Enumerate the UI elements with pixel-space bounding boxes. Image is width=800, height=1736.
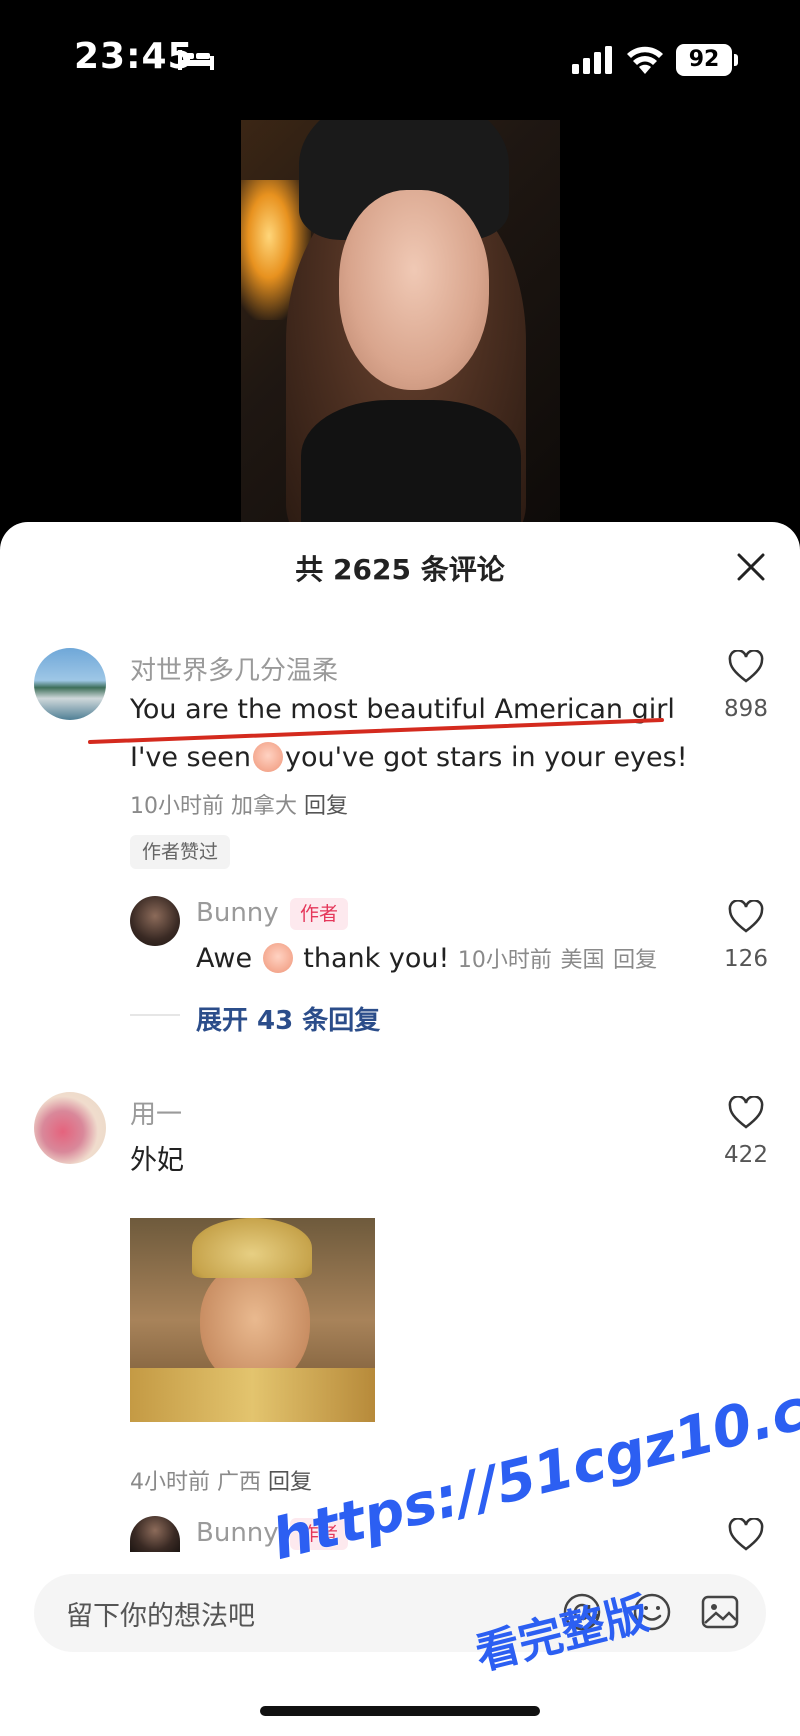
reply-button[interactable]: 回复 xyxy=(613,948,657,973)
comment-meta: 4小时前 广西 回复 xyxy=(130,1464,312,1496)
reply-button[interactable]: 回复 xyxy=(268,1470,312,1495)
image-icon[interactable] xyxy=(700,1592,740,1632)
reply-text-part: Awe xyxy=(196,943,253,974)
divider xyxy=(130,1014,180,1016)
meme-robe xyxy=(130,1368,375,1422)
comment-input-placeholder[interactable]: 留下你的想法吧 xyxy=(66,1594,255,1633)
emoji-icon xyxy=(252,742,283,772)
reply-button[interactable]: 回复 xyxy=(304,794,348,819)
meme-hat xyxy=(192,1218,312,1278)
reply-text-part: thank you! xyxy=(303,943,450,974)
like-count: 422 xyxy=(724,1142,768,1168)
avatar[interactable] xyxy=(130,896,180,946)
wifi-icon xyxy=(627,46,663,74)
emoji-icon xyxy=(262,943,293,973)
heart-icon[interactable] xyxy=(728,1518,764,1552)
comments-count-title: 共 2625 条评论 xyxy=(295,553,505,586)
reply-time: 10小时前 xyxy=(457,948,552,973)
bed-icon xyxy=(178,50,214,70)
video-player[interactable] xyxy=(241,120,560,522)
comment-username[interactable]: 对世界多几分温柔 xyxy=(130,650,338,687)
comment-location: 加拿大 xyxy=(231,794,298,819)
avatar[interactable] xyxy=(34,1092,106,1164)
status-time: 23:45 xyxy=(74,36,194,77)
comment-time: 10小时前 xyxy=(130,794,224,819)
video-face xyxy=(339,190,489,390)
heart-icon[interactable] xyxy=(728,900,764,934)
home-indicator xyxy=(260,1706,540,1716)
like-count: 126 xyxy=(724,946,768,972)
reply-username[interactable]: Bunny xyxy=(196,1518,279,1548)
heart-icon[interactable] xyxy=(728,1096,764,1130)
comment-location: 广西 xyxy=(217,1470,262,1495)
author-liked-tag: 作者赞过 xyxy=(130,835,231,869)
comment-meta: 10小时前 加拿大 回复 xyxy=(130,788,348,820)
avatar[interactable] xyxy=(34,648,106,720)
comment-image[interactable] xyxy=(130,1218,375,1422)
author-badge: 作者 xyxy=(290,898,349,930)
comment-text-part: you've got stars in your eyes! xyxy=(284,742,688,773)
reply-location: 美国 xyxy=(560,948,605,973)
comment-text-part: I've seen xyxy=(130,742,251,773)
battery-level: 92 xyxy=(676,44,732,76)
comment-text-line2: I've seen you've got stars in your eyes! xyxy=(130,742,688,773)
close-icon[interactable] xyxy=(736,552,766,582)
comment-text: 外妃 xyxy=(130,1145,184,1176)
comment-time: 4小时前 xyxy=(130,1470,210,1495)
signal-icon xyxy=(572,46,612,74)
status-bar: 23:45 92 xyxy=(0,0,800,110)
reply-username[interactable]: Bunny xyxy=(196,898,279,928)
comment-username[interactable]: 用一 xyxy=(130,1094,182,1131)
reply-text: Awe thank you! 10小时前 美国 回复 xyxy=(196,942,657,974)
heart-icon[interactable] xyxy=(728,650,764,684)
video-shirt xyxy=(301,400,521,522)
like-count: 898 xyxy=(724,696,768,722)
expand-replies-button[interactable]: 展开 43 条回复 xyxy=(196,1000,380,1037)
battery-tip xyxy=(734,54,738,66)
